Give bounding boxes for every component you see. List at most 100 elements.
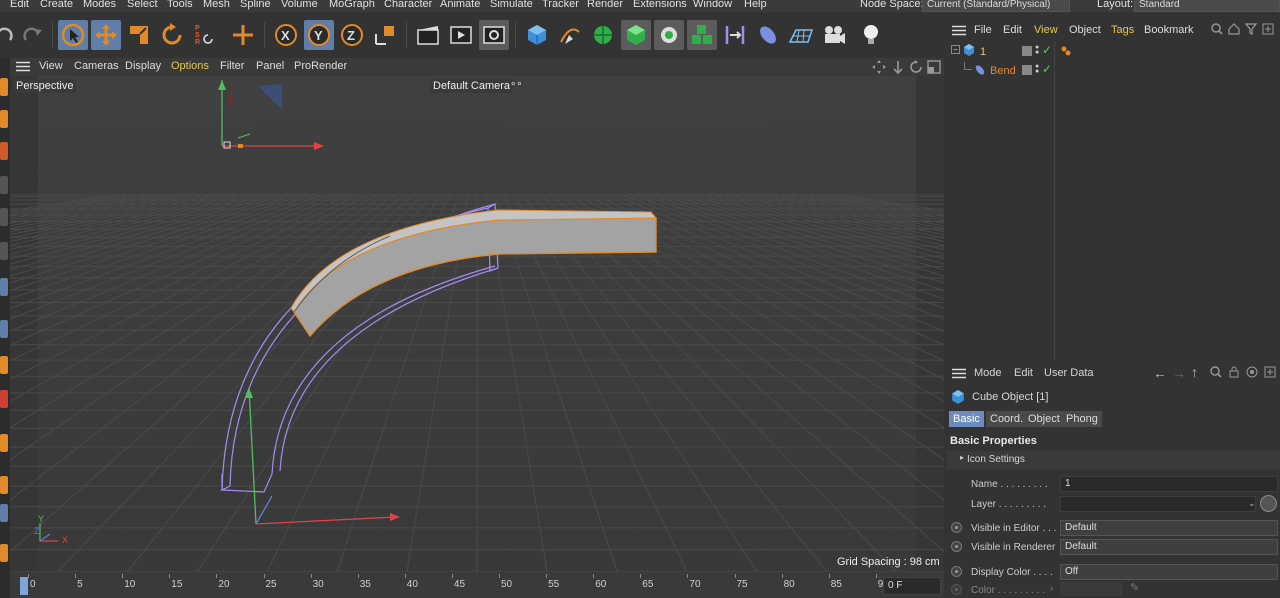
viewport-zoom-icon[interactable] xyxy=(891,60,905,77)
timeline-ruler[interactable]: 051015202530354045505560657075808590 0 F xyxy=(10,572,944,598)
z-axis-lock-button[interactable]: Z xyxy=(337,20,367,50)
redo-button[interactable] xyxy=(18,20,48,50)
scale-tool-button[interactable] xyxy=(124,20,154,50)
psr-tool-button[interactable]: PSR xyxy=(190,20,220,50)
lock-workplane-icon[interactable] xyxy=(0,390,8,408)
menu-edit[interactable]: Edit xyxy=(10,0,29,10)
viewport-menu-filter[interactable]: Filter xyxy=(220,60,244,72)
object-filter-icon[interactable] xyxy=(1244,23,1258,38)
menu-mograph[interactable]: MoGraph xyxy=(329,0,375,10)
viewport-rotate-icon[interactable] xyxy=(909,60,923,77)
bend-tag-icon[interactable] xyxy=(1060,45,1072,60)
camera-object-button[interactable] xyxy=(819,20,849,50)
object-home-icon[interactable] xyxy=(1228,23,1240,38)
paint-icon[interactable] xyxy=(0,544,8,562)
menu-help[interactable]: Help xyxy=(744,0,767,10)
workplane-icon[interactable] xyxy=(0,356,8,374)
attribute-search-icon[interactable] xyxy=(1210,366,1222,381)
menu-extensions[interactable]: Extensions xyxy=(633,0,687,10)
model-mode-icon[interactable] xyxy=(0,110,8,128)
object-new-window-icon[interactable] xyxy=(1262,23,1274,38)
y-axis-lock-button[interactable]: Y xyxy=(304,20,334,50)
edges-mode-icon[interactable] xyxy=(0,208,8,226)
enabled-check-icon[interactable]: ✓ xyxy=(1042,43,1052,57)
grid-icon[interactable] xyxy=(0,476,8,494)
attribute-menu-mode[interactable]: Mode xyxy=(974,367,1002,379)
viewport-maximize-icon[interactable] xyxy=(927,60,941,77)
move-tool-button[interactable] xyxy=(91,20,121,50)
deformer-button[interactable] xyxy=(720,20,750,50)
render-to-picture-viewer-button[interactable] xyxy=(446,20,476,50)
undo-button[interactable] xyxy=(0,20,18,50)
array-generator-button[interactable] xyxy=(621,20,651,50)
layer-picker-icon[interactable] xyxy=(1260,495,1277,512)
menu-tracker[interactable]: Tracker xyxy=(542,0,579,10)
menu-mesh[interactable]: Mesh xyxy=(203,0,230,10)
viewport-menu-options[interactable]: Options xyxy=(171,60,209,72)
object-row-bend[interactable]: Bend ● ● ✓ xyxy=(946,62,1280,80)
display-color-dropdown[interactable]: Off xyxy=(1060,564,1278,580)
visibility-dots-icon[interactable]: ● ● xyxy=(1035,44,1039,56)
coordinate-system-button[interactable] xyxy=(370,20,400,50)
make-editable-icon[interactable] xyxy=(0,78,8,96)
object-search-icon[interactable] xyxy=(1211,23,1223,38)
solo-icon[interactable] xyxy=(0,434,8,452)
back-arrow-icon[interactable]: ← xyxy=(1153,365,1167,381)
viewport-menu-panel[interactable]: Panel xyxy=(256,60,284,72)
3d-viewport[interactable]: Perspective Default Camera ∘∘ Y Z X Grid… xyxy=(10,76,944,572)
layer-swatch-icon[interactable] xyxy=(1022,65,1032,75)
icon-settings-group[interactable]: ▸ Icon Settings xyxy=(946,451,1280,469)
menu-spline[interactable]: Spline xyxy=(240,0,271,10)
menu-volume[interactable]: Volume xyxy=(281,0,318,10)
attribute-menu-edit[interactable]: Edit xyxy=(1014,367,1033,379)
light-object-button[interactable] xyxy=(856,20,886,50)
menu-select[interactable]: Select xyxy=(127,0,158,10)
lock-icon[interactable] xyxy=(1228,366,1240,381)
menu-create[interactable]: Create xyxy=(40,0,73,10)
object-manager-hamburger-icon[interactable] xyxy=(952,25,966,39)
vis-editor-dropdown[interactable]: Default xyxy=(1060,520,1278,536)
camera-link-icon[interactable]: ∘∘ xyxy=(510,79,523,90)
subdivision-surface-button[interactable] xyxy=(588,20,618,50)
pen-spline-button[interactable] xyxy=(555,20,585,50)
vis-renderer-radio[interactable] xyxy=(951,541,962,552)
name-field[interactable]: 1 xyxy=(1060,476,1278,492)
object-menu-edit[interactable]: Edit xyxy=(1003,24,1022,36)
object-menu-tags[interactable]: Tags xyxy=(1111,24,1134,36)
object-menu-file[interactable]: File xyxy=(974,24,992,36)
color-radio[interactable] xyxy=(951,584,962,595)
points-mode-icon[interactable] xyxy=(0,176,8,194)
attribute-new-window-icon[interactable] xyxy=(1264,366,1276,381)
color-swatch[interactable] xyxy=(1060,582,1122,596)
current-frame-field[interactable]: 0 F xyxy=(883,577,941,595)
viewport-menu-prorender[interactable]: ProRender xyxy=(294,60,347,72)
menu-modes[interactable]: Modes xyxy=(83,0,116,10)
menu-window[interactable]: Window xyxy=(693,0,732,10)
menu-render[interactable]: Render xyxy=(587,0,623,10)
playhead-marker[interactable] xyxy=(20,577,28,595)
enable-axis-icon[interactable] xyxy=(0,278,8,296)
tab-phong[interactable]: Phong xyxy=(1062,411,1102,427)
object-row-cube[interactable]: − 1 ● ● ✓ xyxy=(946,43,1280,61)
layout-dropdown[interactable]: Standard xyxy=(1134,0,1280,12)
object-name[interactable]: Bend xyxy=(990,65,1016,77)
menu-character[interactable]: Character xyxy=(384,0,432,10)
rotate-tool-button[interactable] xyxy=(157,20,187,50)
enabled-check-icon[interactable]: ✓ xyxy=(1042,62,1052,76)
viewport-pan-icon[interactable] xyxy=(872,60,886,77)
mograph-fracture-button[interactable] xyxy=(687,20,717,50)
camera-label[interactable]: Default Camera xyxy=(430,79,514,93)
object-menu-view[interactable]: View xyxy=(1034,24,1058,36)
tab-basic[interactable]: Basic xyxy=(949,411,984,427)
snap-icon[interactable] xyxy=(0,320,8,338)
menu-tools[interactable]: Tools xyxy=(167,0,193,10)
polygons-mode-icon[interactable] xyxy=(0,242,8,260)
target-icon[interactable] xyxy=(1246,366,1258,381)
menu-animate[interactable]: Animate xyxy=(440,0,480,10)
environment-button[interactable] xyxy=(753,20,783,50)
expand-toggle-icon[interactable]: − xyxy=(951,45,960,54)
object-name[interactable]: 1 xyxy=(980,46,986,58)
object-menu-bookmark[interactable]: Bookmark xyxy=(1144,24,1194,36)
node-space-dropdown[interactable]: Current (Standard/Physical) xyxy=(922,0,1070,12)
display-color-radio[interactable] xyxy=(951,566,962,577)
